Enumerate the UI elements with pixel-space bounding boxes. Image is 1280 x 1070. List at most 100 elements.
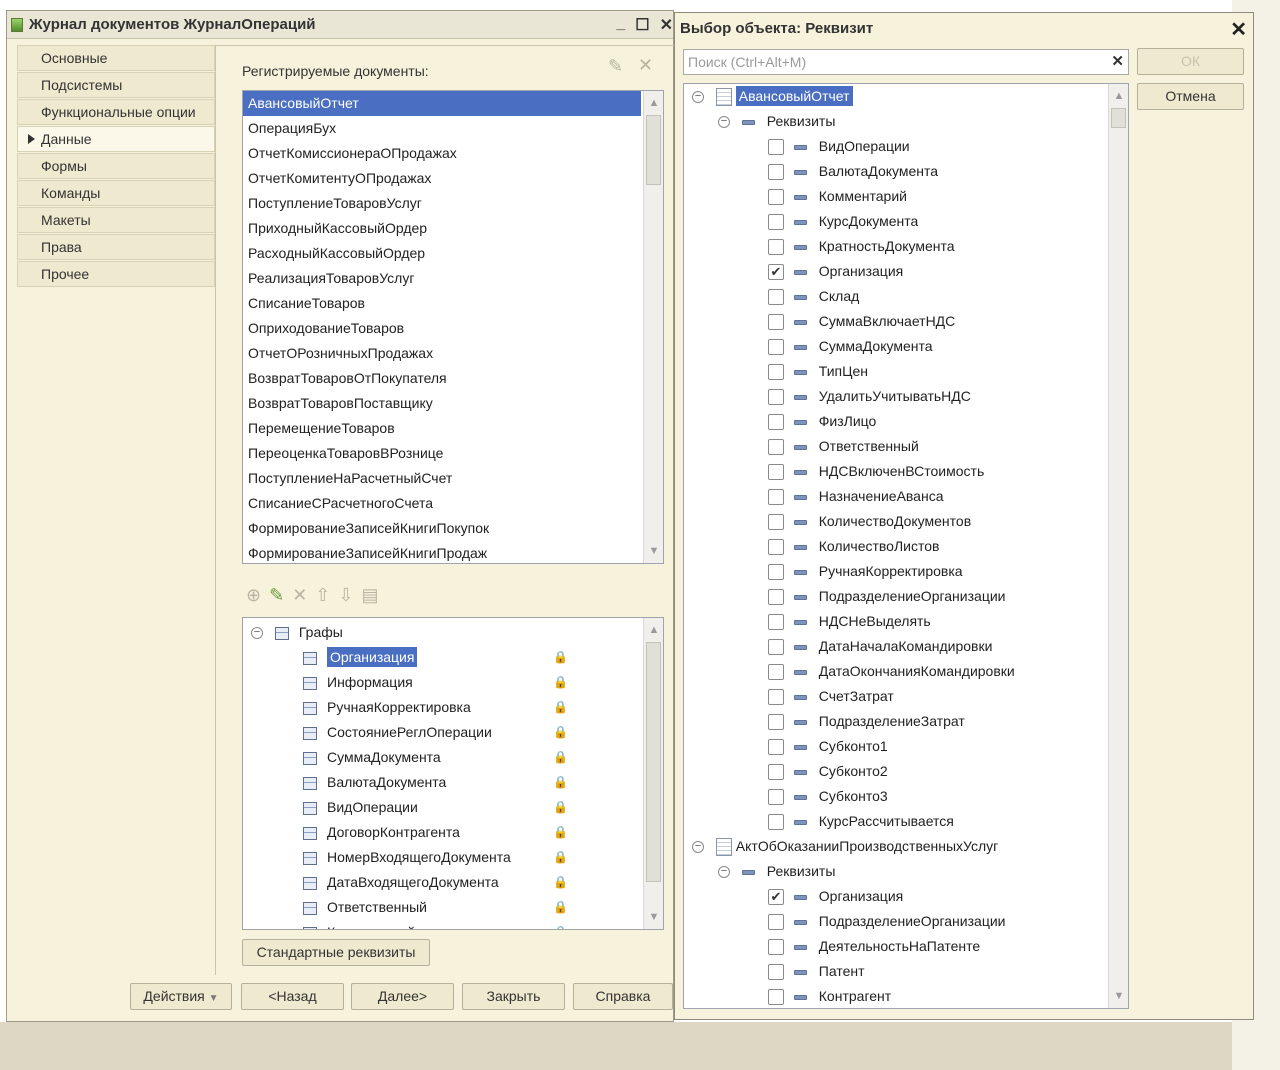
tree-attribute[interactable]: СчетЗатрат (768, 684, 894, 709)
tree-attribute[interactable]: ДатаОкончанияКомандировки (768, 659, 1015, 684)
checkbox[interactable] (768, 164, 784, 181)
tree-attribute[interactable]: ТипЦен (768, 359, 868, 384)
tree-attribute[interactable]: ДатаНачалаКомандировки (768, 634, 992, 659)
checkbox[interactable] (768, 314, 784, 331)
scroll-thumb[interactable] (646, 115, 661, 185)
tree-attribute[interactable]: Патент (768, 959, 865, 984)
tree-attribute[interactable]: ПодразделениеЗатрат (768, 709, 965, 734)
list-item[interactable]: ФормированиеЗаписейКнигиПродаж (243, 541, 641, 563)
list-item[interactable]: ПереоценкаТоваровВРознице (243, 441, 641, 466)
move-up-icon[interactable]: ⇧ (315, 585, 330, 606)
checkbox[interactable] (768, 964, 784, 981)
tree-attribute[interactable]: РучнаяКорректировка (768, 559, 963, 584)
scrollbar[interactable]: ▲ ▼ (643, 618, 663, 929)
tree-group[interactable]: − Реквизиты (718, 109, 835, 134)
tree-attribute[interactable]: Склад (768, 284, 859, 309)
graph-row[interactable]: ДатаВходящегоДокумента 🔒 (303, 870, 643, 895)
checkbox[interactable] (768, 339, 784, 356)
checkbox[interactable] (768, 414, 784, 431)
tree-group[interactable]: − Реквизиты (718, 859, 835, 884)
checkbox[interactable] (768, 989, 784, 1006)
tree-attribute[interactable]: Субконто1 (768, 734, 888, 759)
list-icon[interactable]: ▤ (361, 585, 378, 606)
scrollbar[interactable]: ▲ ▼ (643, 91, 663, 563)
tree-attribute[interactable]: СуммаДокумента (768, 334, 933, 359)
checkbox[interactable] (768, 189, 784, 206)
edit-icon[interactable]: ✎ (608, 56, 623, 77)
graph-row[interactable]: Ответственный 🔒 (303, 895, 643, 920)
tree-attribute[interactable]: УдалитьУчитыватьНДС (768, 384, 971, 409)
clear-search-icon[interactable]: ✕ (1111, 50, 1124, 74)
scroll-down-icon[interactable]: ▼ (647, 542, 661, 560)
tree-attribute[interactable]: НазначениеАванса (768, 484, 944, 509)
tree-attribute[interactable]: КоличествоЛистов (768, 534, 939, 559)
list-item[interactable]: ОтчетОРозничныхПродажах (243, 341, 641, 366)
tree-attribute[interactable]: Субконто2 (768, 759, 888, 784)
graph-row[interactable]: ДоговорКонтрагента 🔒 (303, 820, 643, 845)
tree-attribute[interactable]: КурсРассчитывается (768, 809, 954, 834)
tree-attribute[interactable]: ДеятельностьНаПатенте (768, 934, 980, 959)
list-item[interactable]: ВозвратТоваровПоставщику (243, 391, 641, 416)
standard-attributes-button[interactable]: Стандартные реквизиты (242, 939, 430, 966)
checkbox[interactable] (768, 439, 784, 456)
list-item[interactable]: ПриходныйКассовыйОрдер (243, 216, 641, 241)
list-item[interactable]: ПеремещениеТоваров (243, 416, 641, 441)
checkbox[interactable] (768, 464, 784, 481)
nav-item[interactable]: Права (17, 234, 215, 260)
checkbox[interactable] (768, 539, 784, 556)
help-button[interactable]: Справка (573, 983, 673, 1010)
ok-button[interactable]: ОК (1137, 48, 1244, 75)
list-item[interactable]: ПоступлениеТоваровУслуг (243, 191, 641, 216)
minimize-button[interactable]: _ (616, 15, 625, 35)
list-item[interactable]: ОперацияБух (243, 116, 641, 141)
cancel-button[interactable]: Отмена (1137, 83, 1244, 110)
tree-attribute[interactable]: Ответственный (768, 434, 919, 459)
list-item[interactable]: РасходныйКассовыйОрдер (243, 241, 641, 266)
next-button[interactable]: Далее> (351, 983, 454, 1010)
checkbox[interactable] (768, 939, 784, 956)
graph-row[interactable]: СуммаДокумента 🔒 (303, 745, 643, 770)
tree-attribute[interactable]: КурсДокумента (768, 209, 918, 234)
checkbox[interactable] (768, 739, 784, 756)
list-item[interactable]: СписаниеСРасчетногоСчета (243, 491, 641, 516)
scroll-down-icon[interactable]: ▼ (1112, 987, 1126, 1005)
list-item[interactable]: ПоступлениеНаРасчетныйСчет (243, 466, 641, 491)
list-item[interactable]: ОприходованиеТоваров (243, 316, 641, 341)
collapse-icon[interactable]: − (718, 116, 730, 129)
tree-attribute[interactable]: ПодразделениеОрганизации (768, 909, 1005, 934)
checkbox[interactable] (768, 689, 784, 706)
tree-attribute[interactable]: ВидОперации (768, 134, 910, 159)
checkbox[interactable]: ✔ (768, 264, 784, 281)
tree-attribute[interactable]: ПодразделениеОрганизации (768, 584, 1005, 609)
scroll-up-icon[interactable]: ▲ (1112, 87, 1126, 105)
collapse-icon[interactable]: − (692, 841, 704, 854)
close-button[interactable]: ✕ (660, 15, 673, 35)
nav-item[interactable]: Функциональные опции (17, 99, 215, 125)
tree-attribute[interactable]: НДСВключенВСтоимость (768, 459, 984, 484)
graphs-root[interactable]: − Графы (251, 620, 343, 645)
checkbox[interactable] (768, 214, 784, 231)
graph-row[interactable]: ВидОперации 🔒 (303, 795, 643, 820)
tree-attribute[interactable]: КоличествоДокументов (768, 509, 971, 534)
checkbox[interactable] (768, 664, 784, 681)
close-button[interactable]: Закрыть (462, 983, 565, 1010)
nav-item[interactable]: Данные (17, 126, 215, 152)
nav-item[interactable]: Основные (17, 45, 215, 71)
graph-row[interactable]: Комментарий 🔒 (303, 920, 643, 929)
tree-document[interactable]: − АвансовыйОтчет (692, 84, 853, 109)
list-item[interactable]: АвансовыйОтчет (243, 91, 641, 116)
checkbox[interactable] (768, 289, 784, 306)
graph-row[interactable]: РучнаяКорректировка 🔒 (303, 695, 643, 720)
scroll-thumb[interactable] (646, 642, 661, 882)
checkbox[interactable] (768, 614, 784, 631)
checkbox[interactable] (768, 514, 784, 531)
dialog-close-icon[interactable]: ✕ (1230, 17, 1247, 42)
collapse-icon[interactable]: − (692, 91, 704, 104)
scrollbar[interactable]: ▲ ▼ (1108, 84, 1128, 1008)
graph-row[interactable]: Организация 🔒 (303, 645, 643, 670)
list-item[interactable]: ОтчетКомитентуОПродажах (243, 166, 641, 191)
checkbox[interactable]: ✔ (768, 889, 784, 906)
add-icon[interactable]: ⊕ (246, 585, 261, 606)
collapse-icon[interactable]: − (718, 866, 730, 879)
delete-icon[interactable]: ✕ (638, 55, 653, 76)
